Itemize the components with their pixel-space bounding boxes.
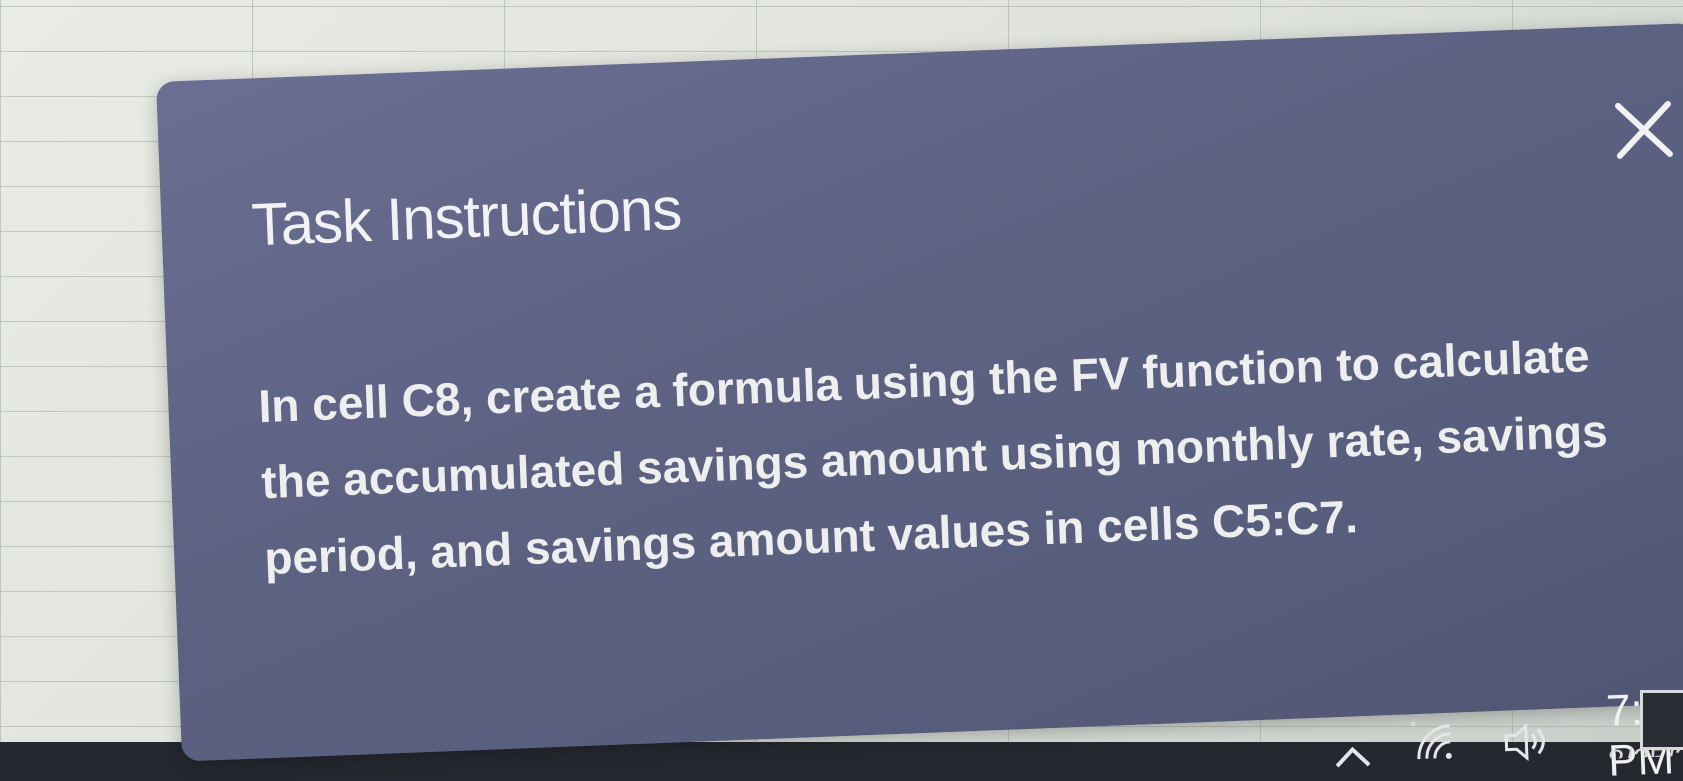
wifi-icon[interactable]: * [1409, 718, 1459, 768]
task-instructions-panel: Task Instructions In cell C8, create a f… [156, 22, 1683, 781]
speaker-icon[interactable] [1502, 719, 1556, 765]
notification-icon[interactable] [1640, 690, 1683, 750]
system-tray: * 7:48 PM 8/25/2020 [1320, 682, 1683, 781]
task-instructions-text: In cell C8, create a formula using the F… [257, 329, 1609, 585]
close-button[interactable] [1608, 94, 1681, 167]
panel-title: Task Instructions [250, 174, 683, 259]
svg-text:*: * [1409, 719, 1417, 735]
chevron-up-icon[interactable] [1332, 741, 1373, 773]
close-icon [1614, 100, 1673, 159]
